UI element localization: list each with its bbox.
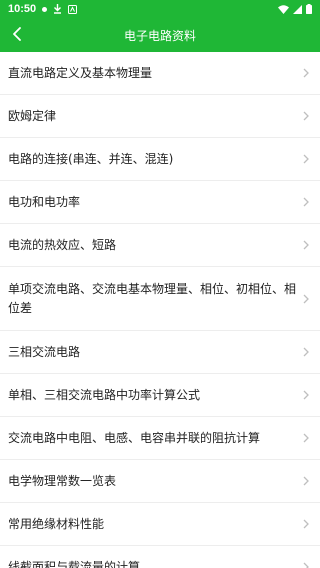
circuit-topic-list: 直流电路定义及基本物理量 欧姆定律 电路的连接(串连、并连、混连) 电功和电功率… (0, 52, 320, 568)
download-icon (53, 4, 62, 14)
chevron-right-icon (303, 519, 309, 529)
battery-icon (306, 4, 312, 14)
app-bar: 电子电路资料 (0, 18, 320, 52)
chevron-right-icon (303, 476, 309, 486)
list-item-2[interactable]: 电路的连接(串连、并连、混连) (0, 138, 320, 181)
list-item-label: 欧姆定律 (8, 108, 57, 123)
list-item-1[interactable]: 欧姆定律 (0, 95, 320, 138)
notification-dot-icon (42, 6, 48, 12)
list-item-label: 线截面积与载流量的计算 (8, 559, 141, 568)
chevron-right-icon (303, 154, 309, 164)
list-item-label: 电流的热效应、短路 (8, 237, 117, 252)
list-item-label: 交流电路中电阻、电感、电容串并联的阻抗计算 (8, 430, 261, 445)
list-item-11[interactable]: 线截面积与载流量的计算 (0, 546, 320, 568)
list-item-9[interactable]: 电学物理常数一览表 (0, 460, 320, 503)
list-item-label: 电学物理常数一览表 (8, 473, 117, 488)
chevron-right-icon (303, 347, 309, 357)
list-item-8[interactable]: 交流电路中电阻、电感、电容串并联的阻抗计算 (0, 417, 320, 460)
chevron-right-icon (303, 68, 309, 78)
list-item-label: 常用绝缘材料性能 (8, 516, 105, 531)
chevron-right-icon (303, 240, 309, 250)
signal-icon (293, 4, 302, 14)
list-item-label: 单项交流电路、交流电基本物理量、相位、初相位、相位差 (8, 281, 297, 315)
chevron-right-icon (303, 390, 309, 400)
chevron-right-icon (303, 197, 309, 207)
list-item-label: 直流电路定义及基本物理量 (8, 65, 153, 80)
chevron-right-icon (303, 433, 309, 443)
list-item-6[interactable]: 三相交流电路 (0, 331, 320, 374)
list-item-3[interactable]: 电功和电功率 (0, 181, 320, 224)
chevron-right-icon (303, 562, 309, 568)
status-time: 10:50 (8, 3, 37, 15)
chevron-right-icon (303, 294, 309, 304)
list-item-label: 电功和电功率 (8, 194, 81, 209)
page-title: 电子电路资料 (123, 28, 196, 43)
list-item-label: 三相交流电路 (8, 344, 81, 359)
list-item-0[interactable]: 直流电路定义及基本物理量 (0, 52, 320, 95)
list-item-5[interactable]: 单项交流电路、交流电基本物理量、相位、初相位、相位差 (0, 267, 320, 331)
wifi-icon (278, 4, 289, 14)
chevron-right-icon (303, 111, 309, 121)
status-right (278, 4, 312, 14)
status-bar: 10:50 (0, 0, 320, 18)
app-notification-icon (68, 4, 78, 14)
list-item-7[interactable]: 单相、三相交流电路中功率计算公式 (0, 374, 320, 417)
list-item-label: 电路的连接(串连、并连、混连) (8, 151, 174, 166)
list-item-label: 单相、三相交流电路中功率计算公式 (8, 387, 201, 402)
back-button[interactable] (4, 18, 30, 52)
list-item-10[interactable]: 常用绝缘材料性能 (0, 503, 320, 546)
status-left: 10:50 (8, 3, 78, 15)
list-item-4[interactable]: 电流的热效应、短路 (0, 224, 320, 267)
back-arrow-icon (12, 26, 22, 45)
